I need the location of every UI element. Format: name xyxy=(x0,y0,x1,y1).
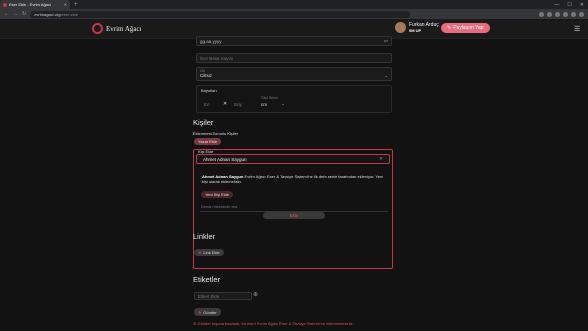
profile-icon[interactable] xyxy=(579,11,584,17)
unit-select[interactable]: cm xyxy=(261,102,267,107)
dimensions-box: Boyutları En ✕ Boy Ölçü Birimi cm ⌄ xyxy=(196,85,392,113)
minimize-icon[interactable]: — xyxy=(554,2,559,8)
form-area: gg.aa.yyyy ▭ Son Basıt Sayısı Cilt Cilts… xyxy=(193,36,393,331)
user-points: 9M UP xyxy=(409,28,422,33)
calendar-icon[interactable]: ▭ xyxy=(384,38,388,44)
date-input[interactable]: gg.aa.yyyy ▭ xyxy=(196,36,392,46)
extensions-area xyxy=(539,11,584,17)
dimensions-label: Boyutları xyxy=(201,88,217,93)
page-count-placeholder: Son Basıt Sayısı xyxy=(200,55,234,61)
close-tab-icon[interactable]: ✕ xyxy=(64,2,67,7)
warning-text: ⊘ Gönder tuşuna basarak, bu eseri Evrim … xyxy=(193,321,403,326)
multiply-icon: ✕ xyxy=(223,101,228,107)
search-result-text: Ahmet Adnan Saygun Evrim Ağacı Eser & Ta… xyxy=(202,174,386,184)
width-input[interactable]: En xyxy=(204,102,210,107)
window-controls: — ☐ ✕ xyxy=(554,2,588,8)
unit-label: Ölçü Birimi xyxy=(261,96,278,100)
site-favicon-icon xyxy=(3,2,7,7)
person-search-value: Ahmet Adnan Saygun xyxy=(203,156,247,162)
new-tab-icon[interactable]: + xyxy=(74,2,78,8)
browser-tab[interactable]: Eser Ekle - Evrim Ağacı ✕ xyxy=(0,0,70,9)
forward-icon[interactable]: → xyxy=(13,11,18,17)
link-icon: ⊕ xyxy=(198,250,202,255)
extension-icon[interactable] xyxy=(571,11,576,17)
link-add-label: Link Ekle xyxy=(203,250,220,255)
avatar xyxy=(395,22,406,33)
edit-icon: ✎ xyxy=(447,25,452,31)
close-window-icon[interactable]: ✕ xyxy=(580,2,584,8)
share-button[interactable]: ✎ Paylaşım Yap xyxy=(441,23,490,33)
logo-icon xyxy=(92,23,103,34)
new-person-button[interactable]: Yeni Kişi Ekle xyxy=(201,191,234,198)
persons-subtitle: Eklenmesi Zorunlu Kişiler xyxy=(193,131,239,136)
role-search-input[interactable]: Ünvan listesinde ara xyxy=(201,204,237,209)
site-logo[interactable]: Evrim Ağacı xyxy=(92,23,142,34)
clear-icon[interactable]: ✕ xyxy=(379,156,383,162)
new-person-label: Yeni Kişi Ekle xyxy=(205,192,230,197)
submit-label: Gönder xyxy=(203,309,217,315)
reload-icon[interactable]: ↻ xyxy=(22,11,26,17)
logo-text: Evrim Ağacı xyxy=(106,24,142,33)
submit-button[interactable]: ⊕ Gönder xyxy=(194,308,221,316)
tags-title: Etiketler xyxy=(193,275,221,284)
persons-title: Kişiler xyxy=(193,118,214,127)
date-placeholder: gg.aa.yyyy xyxy=(200,38,222,44)
warning-icon: ⊘ xyxy=(193,321,197,326)
url-field[interactable]: evrimagaci.org /eser-ekle xyxy=(30,10,411,18)
extension-icon[interactable] xyxy=(547,11,552,17)
tag-input[interactable]: Etiket Ekle xyxy=(194,292,252,300)
extension-icon[interactable] xyxy=(539,11,544,17)
cilt-value: Ciltsiz xyxy=(200,73,212,78)
menu-icon[interactable]: ☰ xyxy=(574,25,580,33)
url-path: /eser-ekle xyxy=(60,11,78,17)
address-bar-row: ← → ↻ evrimagaci.org /eser-ekle xyxy=(0,9,588,19)
chevron-down-icon: ⌄ xyxy=(281,101,285,106)
send-icon: ⊕ xyxy=(198,309,202,315)
maximize-icon[interactable]: ☐ xyxy=(567,2,571,8)
links-title: Linkler xyxy=(193,232,216,241)
link-add-button[interactable]: ⊕ Link Ekle xyxy=(194,249,224,256)
extension-icon[interactable] xyxy=(563,11,568,17)
tag-placeholder: Etiket Ekle xyxy=(198,293,220,299)
author-add-label: Yazar Ekle xyxy=(198,139,218,144)
user-menu[interactable]: Furkan Arduç 9M UP xyxy=(395,22,439,33)
person-search-input[interactable]: Ahmet Adnan Saygun ✕ xyxy=(196,154,390,164)
add-person-label: Ekle xyxy=(289,213,299,218)
page-count-input[interactable]: Son Basıt Sayısı xyxy=(196,53,392,63)
url-domain: evrimagaci.org xyxy=(34,11,61,17)
browser-tab-strip: Eser Ekle - Evrim Ağacı ✕ + — ☐ ✕ xyxy=(0,0,588,9)
extension-icon[interactable] xyxy=(555,11,560,17)
cilt-select[interactable]: Cilt Ciltsiz ⌄ xyxy=(196,67,392,81)
add-tag-icon[interactable]: ⊕ xyxy=(253,291,258,298)
chevron-down-icon: ⌄ xyxy=(384,73,388,78)
add-person-button[interactable]: Ekle xyxy=(263,212,325,219)
warning-message: Gönder tuşuna basarak, bu eseri Evrim Ağ… xyxy=(197,321,354,326)
back-icon[interactable]: ← xyxy=(4,11,9,17)
height-input[interactable]: Boy xyxy=(234,102,242,107)
tab-title: Eser Ekle - Evrim Ağacı xyxy=(9,2,52,7)
author-add-button[interactable]: Yazar Ekle xyxy=(194,138,222,145)
share-button-label: Paylaşım Yap xyxy=(453,25,484,31)
